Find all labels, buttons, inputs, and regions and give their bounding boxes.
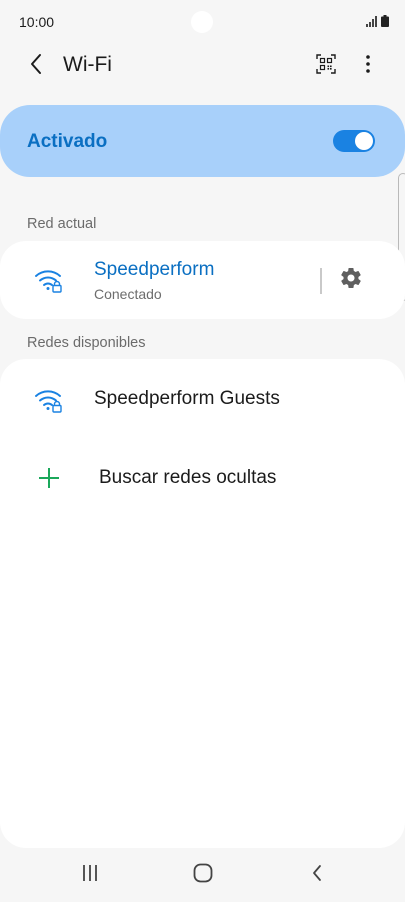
master-switch-label: Activado [27,131,108,152]
add-hidden-network-item[interactable]: Buscar redes ocultas [0,439,405,519]
more-options-button[interactable] [356,52,380,80]
recents-icon [81,864,99,887]
back-arrow-icon [29,53,43,80]
back-button[interactable] [22,52,50,80]
wifi-toggle[interactable] [333,130,375,152]
page-title: Wi-Fi [63,53,112,76]
wifi-master-switch[interactable]: Activado [0,105,405,177]
add-hidden-network-label: Buscar redes ocultas [99,467,277,488]
network-item[interactable]: Speedperform Guests [0,359,405,439]
current-network-status: Conectado [94,286,162,302]
battery-icon [381,14,389,32]
recents-button[interactable] [70,862,110,888]
wifi-lock-icon [34,267,64,293]
more-vert-icon [365,54,371,79]
available-networks-header: Redes disponibles [27,335,146,351]
network-name: Speedperform Guests [94,388,280,409]
camera-cutout [191,11,213,33]
network-settings-button[interactable] [338,267,364,293]
toggle-knob [355,132,373,150]
qr-code-button[interactable] [313,53,339,79]
status-icons [366,14,389,32]
signal-icon [366,14,378,32]
back-icon [311,864,323,887]
divider [320,268,322,294]
plus-icon [38,467,60,494]
status-time: 10:00 [19,14,55,30]
status-bar: 10:00 [0,0,405,44]
wifi-lock-icon [34,387,64,413]
qr-code-icon [316,53,336,79]
current-network-name: Speedperform [94,259,215,280]
current-network-header: Red actual [27,216,97,232]
home-button[interactable] [183,862,223,888]
available-networks-card: Speedperform Guests Buscar redes ocultas [0,359,405,848]
gear-icon [339,266,363,295]
home-icon [193,863,213,888]
navigation-bar [0,848,405,902]
app-bar: Wi-Fi [0,44,405,88]
system-back-button[interactable] [297,862,337,888]
